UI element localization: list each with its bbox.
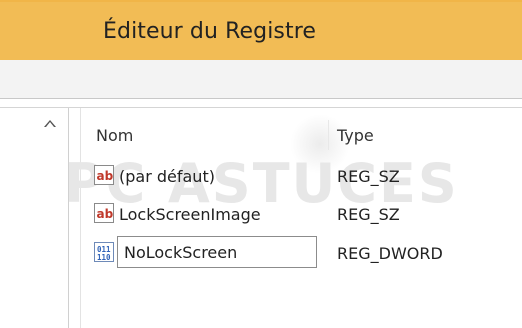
- value-row[interactable]: ab LockScreenImage REG_SZ: [92, 201, 512, 227]
- svg-text:ab: ab: [97, 169, 114, 183]
- string-value-icon: ab: [94, 203, 114, 223]
- value-type: REG_SZ: [337, 205, 400, 224]
- column-header-type[interactable]: Type: [337, 126, 374, 145]
- menu-bar: [0, 60, 522, 99]
- string-value-icon: ab: [94, 165, 114, 185]
- value-row[interactable]: ab (par défaut) REG_SZ: [92, 163, 512, 189]
- toolbar-gap: [0, 99, 522, 107]
- rename-value-input[interactable]: [117, 236, 317, 268]
- binary-value-icon: 011 110: [94, 242, 114, 262]
- column-header-name[interactable]: Nom: [96, 126, 133, 145]
- pane-splitter[interactable]: [80, 108, 81, 328]
- svg-text:ab: ab: [97, 207, 114, 221]
- value-name: LockScreenImage: [119, 205, 261, 224]
- window-titlebar[interactable]: Éditeur du Registre: [0, 0, 522, 62]
- registry-content-area: PC ASTUCES Nom Type ab (par défaut) REG_…: [0, 107, 522, 328]
- value-type: REG_DWORD: [337, 244, 443, 263]
- tree-scrollbar[interactable]: [32, 108, 69, 328]
- value-name: (par défaut): [119, 167, 215, 186]
- window-title: Éditeur du Registre: [103, 19, 317, 44]
- value-type: REG_SZ: [337, 167, 400, 186]
- svg-text:110: 110: [97, 253, 111, 262]
- column-divider[interactable]: [328, 120, 329, 150]
- value-row-editing[interactable]: 011 110 REG_DWORD: [92, 236, 512, 268]
- scroll-up-arrow-icon[interactable]: [44, 120, 56, 127]
